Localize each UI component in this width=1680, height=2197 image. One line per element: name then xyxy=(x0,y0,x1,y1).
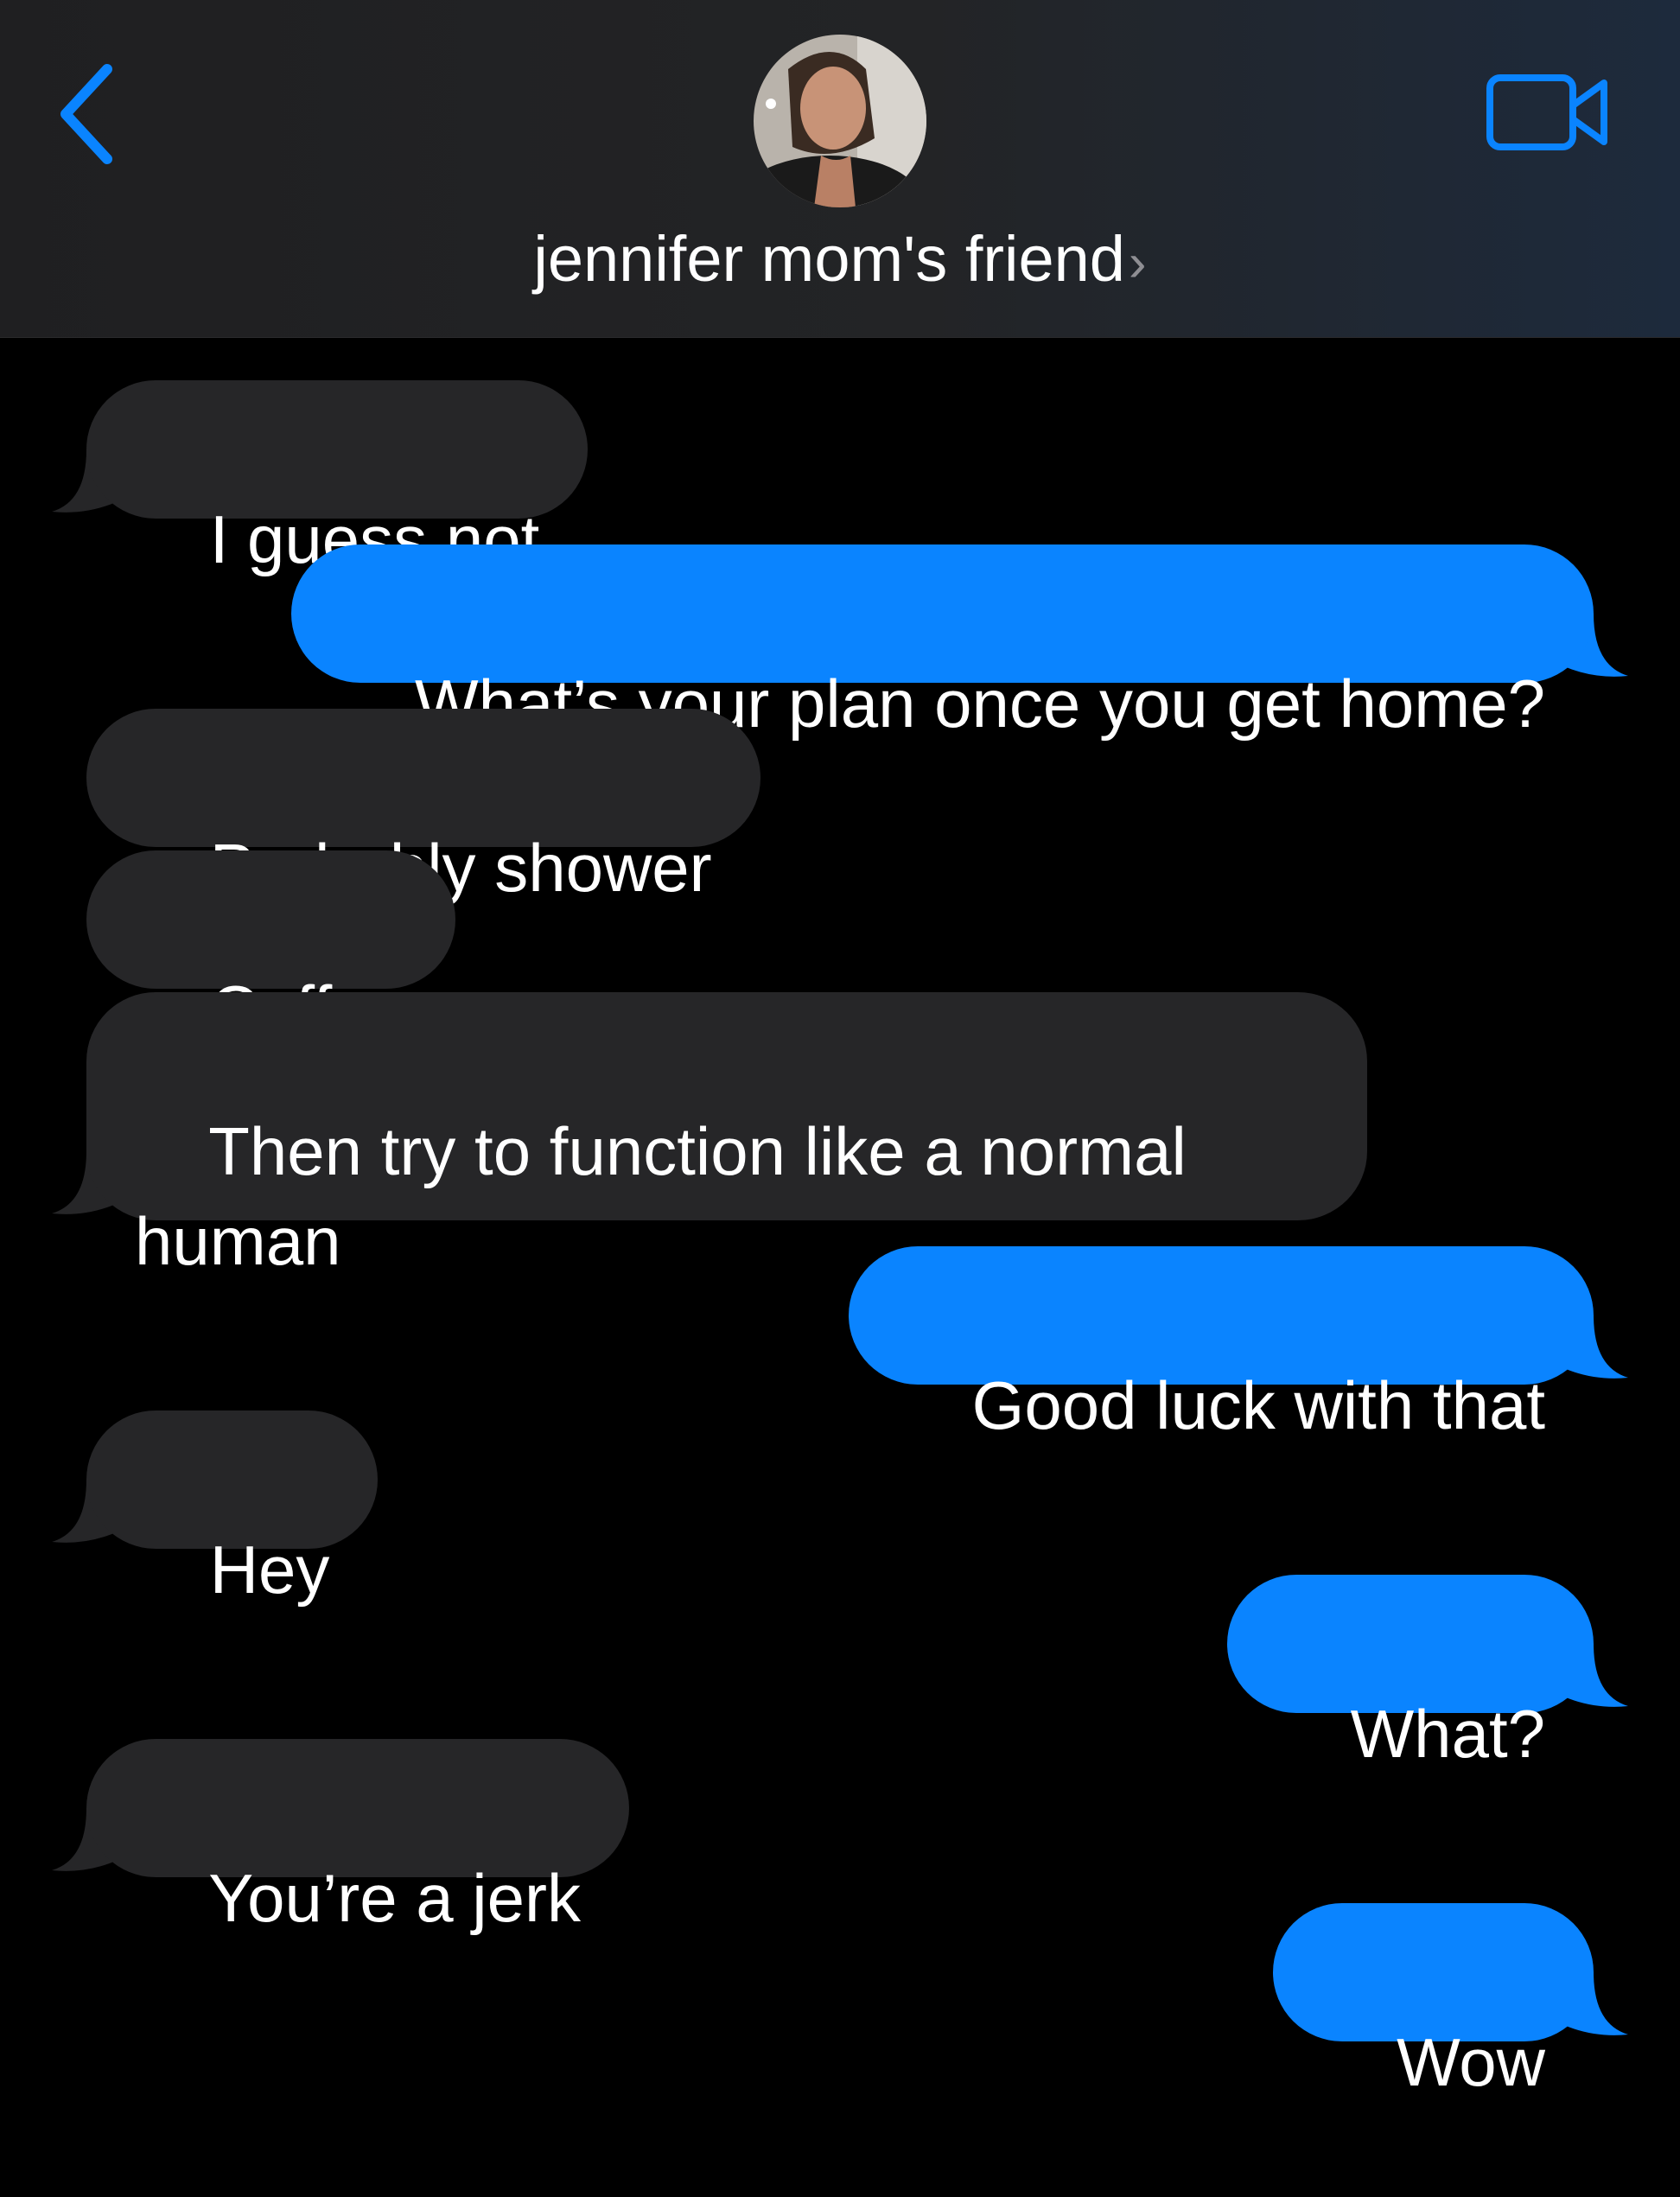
received-message[interactable]: You’re a jerk xyxy=(86,1739,629,1936)
conversation-header: jennifer mom's friend› xyxy=(0,0,1680,338)
message-text: Good luck with that xyxy=(971,1367,1545,1443)
contact-name-button[interactable]: jennifer mom's friend› xyxy=(0,216,1680,307)
received-message[interactable]: Probably shower xyxy=(86,709,760,906)
message-text: Wow xyxy=(1397,2024,1545,2100)
sent-message[interactable]: What’s your plan once you get home? xyxy=(291,544,1594,742)
sent-message[interactable]: What? xyxy=(1226,1575,1594,1772)
contact-avatar[interactable] xyxy=(754,35,926,207)
message-text: You’re a jerk xyxy=(208,1860,581,1936)
message-text: What? xyxy=(1350,1696,1545,1772)
chevron-right-icon: › xyxy=(1128,233,1147,293)
received-message[interactable]: I guess not xyxy=(86,380,589,577)
message-text: Hey xyxy=(209,1532,330,1608)
chevron-left-icon[interactable] xyxy=(48,54,126,175)
contact-name: jennifer mom's friend xyxy=(533,223,1125,295)
received-message[interactable]: Then try to function like a normal human xyxy=(86,992,1367,1279)
video-camera-icon[interactable] xyxy=(1485,69,1613,156)
received-message[interactable]: Hey xyxy=(86,1411,379,1608)
sent-message[interactable]: Good luck with that xyxy=(848,1246,1594,1443)
received-message[interactable]: Coffee xyxy=(86,850,456,1048)
sent-message[interactable]: Wow xyxy=(1273,1903,1594,2100)
